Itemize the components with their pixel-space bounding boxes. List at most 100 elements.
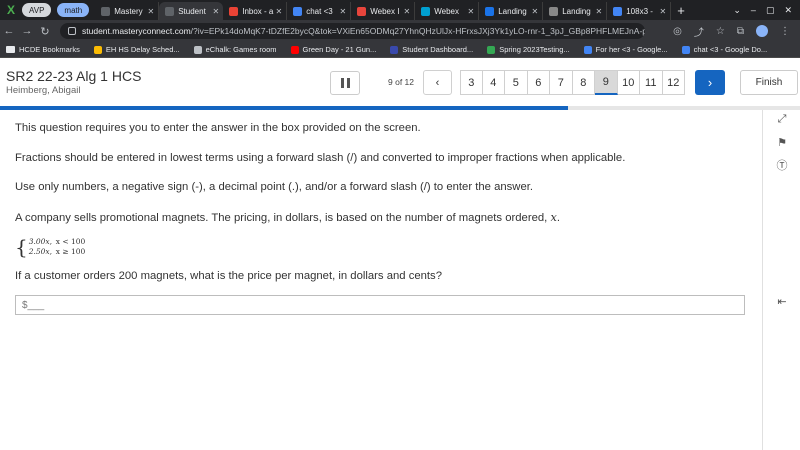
bookmark-item[interactable]: For her <3 - Google... <box>583 45 668 54</box>
question-number-8[interactable]: 8 <box>572 70 595 95</box>
question-number-12[interactable]: 12 <box>662 70 685 95</box>
maximize-icon[interactable]: ▢ <box>766 5 775 16</box>
bookmark-item[interactable]: HCDE Bookmarks <box>6 45 80 54</box>
instruction-text: This question requires you to enter the … <box>15 122 421 134</box>
browser-tab[interactable]: Inbox - a ✕ <box>223 2 288 20</box>
question-number-4[interactable]: 4 <box>482 70 505 95</box>
google-docs-icon <box>681 45 690 54</box>
chevron-down-icon[interactable]: ⌄ <box>733 5 741 16</box>
collapse-panel-icon[interactable]: ⇤ <box>775 294 789 308</box>
forward-icon[interactable]: → <box>18 25 36 37</box>
minimize-icon[interactable]: – <box>751 5 756 15</box>
question-pager: ‹ 3 4 5 6 7 8 9 10 11 12 › <box>423 70 725 95</box>
bookmark-item[interactable]: Green Day - 21 Gun... <box>290 45 376 54</box>
google-icon <box>613 6 623 16</box>
tab-close-icon[interactable]: ✕ <box>468 7 475 16</box>
webex-icon <box>421 6 431 16</box>
question-number-9[interactable]: 9 <box>595 70 618 95</box>
case-value: 3.00x, <box>28 237 53 246</box>
bookmark-item[interactable]: Student Dashboard... <box>390 45 473 54</box>
profile-avatar[interactable] <box>756 25 768 37</box>
google-lens-icon[interactable]: ◎ <box>673 26 682 37</box>
piecewise-cases: 3.00x, x < 100 2.50x, x ≥ 100 <box>29 237 86 257</box>
tab-close-icon[interactable]: ✕ <box>148 7 155 16</box>
question-number-7[interactable]: 7 <box>550 70 573 95</box>
answer-input[interactable]: $___ <box>15 295 745 315</box>
pause-button[interactable] <box>330 71 360 95</box>
brace-symbol: { <box>15 235 28 259</box>
close-window-icon[interactable]: ✕ <box>784 5 792 16</box>
student-name: Heimberg, Abigail <box>6 85 81 96</box>
browser-tab[interactable]: Student ✕ <box>159 2 224 20</box>
dashboard-icon <box>390 45 399 54</box>
tab-close-icon[interactable]: ✕ <box>660 7 667 16</box>
question-number-10[interactable]: 10 <box>617 70 640 95</box>
question-number-11[interactable]: 11 <box>640 70 663 95</box>
tab-label: Mastery <box>114 6 143 16</box>
bookmark-item[interactable]: chat <3 - Google Do... <box>681 45 767 54</box>
new-tab-icon[interactable]: + <box>677 3 685 18</box>
next-question-button[interactable]: › <box>695 70 725 95</box>
case-value: 2.50x, <box>28 247 53 256</box>
tab-group-math[interactable]: math <box>57 3 90 17</box>
tab-close-icon[interactable]: ✕ <box>340 7 347 16</box>
instruction-text: Fractions should be entered in lowest te… <box>15 152 626 164</box>
url-host: student.masteryconnect.com <box>82 26 191 36</box>
tab-group-avp[interactable]: AVP <box>22 3 52 17</box>
tab-close-icon[interactable]: ✕ <box>213 7 220 16</box>
landing-icon <box>485 6 495 16</box>
bookmark-star-icon[interactable]: ☆ <box>716 26 725 37</box>
bookmark-item[interactable]: eChalk: Games room <box>193 45 277 54</box>
address-bar[interactable]: student.masteryconnect.com/?iv=EPk14doMq… <box>60 23 645 39</box>
finish-button[interactable]: Finish <box>740 70 798 95</box>
stem-text: A company sells promotional magnets. The… <box>15 212 548 224</box>
tab-label: Inbox - a <box>242 6 274 16</box>
browser-tab[interactable]: Webex I ✕ <box>351 2 416 20</box>
toolbar-actions: ◎ ⤴ ☆ ⧉ ⋮ <box>673 24 800 39</box>
lock-icon <box>68 27 76 35</box>
case-condition: x ≥ 100 <box>55 247 86 256</box>
reload-icon[interactable]: ↻ <box>36 25 54 38</box>
webex-icon <box>357 6 367 16</box>
question-number-3[interactable]: 3 <box>460 70 483 95</box>
piecewise-case: 2.50x, x ≥ 100 <box>29 247 86 257</box>
tab-close-icon[interactable]: ✕ <box>532 7 539 16</box>
browser-tab[interactable]: Landing ✕ <box>479 2 544 20</box>
question-number-5[interactable]: 5 <box>505 70 528 95</box>
extensions-icon[interactable]: ⧉ <box>737 26 744 37</box>
bookmark-label: HCDE Bookmarks <box>19 45 80 54</box>
case-condition: x < 100 <box>55 237 86 246</box>
bookmark-item[interactable]: Spring 2023Testing... <box>487 45 570 54</box>
question-content: This question requires you to enter the … <box>0 110 762 450</box>
bookmark-item[interactable]: EH HS Delay Sched... <box>93 45 180 54</box>
youtube-icon <box>290 45 299 54</box>
browser-tab-strip: X AVP math Mastery ✕ Student ✕ Inbox - a ✕ cha… <box>0 0 800 20</box>
browser-tab[interactable]: Landing ✕ <box>543 2 608 20</box>
tab-close-icon[interactable]: ✕ <box>404 7 411 16</box>
menu-kebab-icon[interactable]: ⋮ <box>780 26 790 37</box>
share-icon[interactable]: ⤴ <box>694 24 704 39</box>
tab-label: 108x3 - <box>626 6 653 16</box>
globe-icon <box>193 45 202 54</box>
assessment-header: SR2 22-23 Alg 1 HCS Heimberg, Abigail 9 … <box>0 59 800 108</box>
x-app-icon[interactable]: X <box>0 0 22 20</box>
bookmark-label: For her <3 - Google... <box>595 45 668 54</box>
bookmark-label: eChalk: Games room <box>205 45 277 54</box>
text-to-speech-icon[interactable]: Ⓣ <box>775 158 789 172</box>
expand-icon[interactable]: ⤢ <box>775 112 789 126</box>
bookmark-label: Spring 2023Testing... <box>499 45 570 54</box>
previous-question-button[interactable]: ‹ <box>423 70 452 95</box>
landing-icon <box>549 6 559 16</box>
flag-icon[interactable]: ⚑ <box>775 135 789 149</box>
browser-tab[interactable]: Webex ✕ <box>415 2 480 20</box>
tab-close-icon[interactable]: ✕ <box>276 7 283 16</box>
instruction-text: Use only numbers, a negative sign (-), a… <box>15 181 534 193</box>
back-icon[interactable]: ← <box>0 25 18 37</box>
browser-tab[interactable]: chat <3 ✕ <box>287 2 352 20</box>
browser-tab[interactable]: Mastery ✕ <box>95 2 160 20</box>
question-number-6[interactable]: 6 <box>527 70 550 95</box>
question-prompt: If a customer orders 200 magnets, what i… <box>15 270 442 282</box>
browser-tab[interactable]: 108x3 - ✕ <box>607 2 672 20</box>
tab-close-icon[interactable]: ✕ <box>596 7 603 16</box>
piecewise-function: { 3.00x, x < 100 2.50x, x ≥ 100 <box>15 237 85 257</box>
